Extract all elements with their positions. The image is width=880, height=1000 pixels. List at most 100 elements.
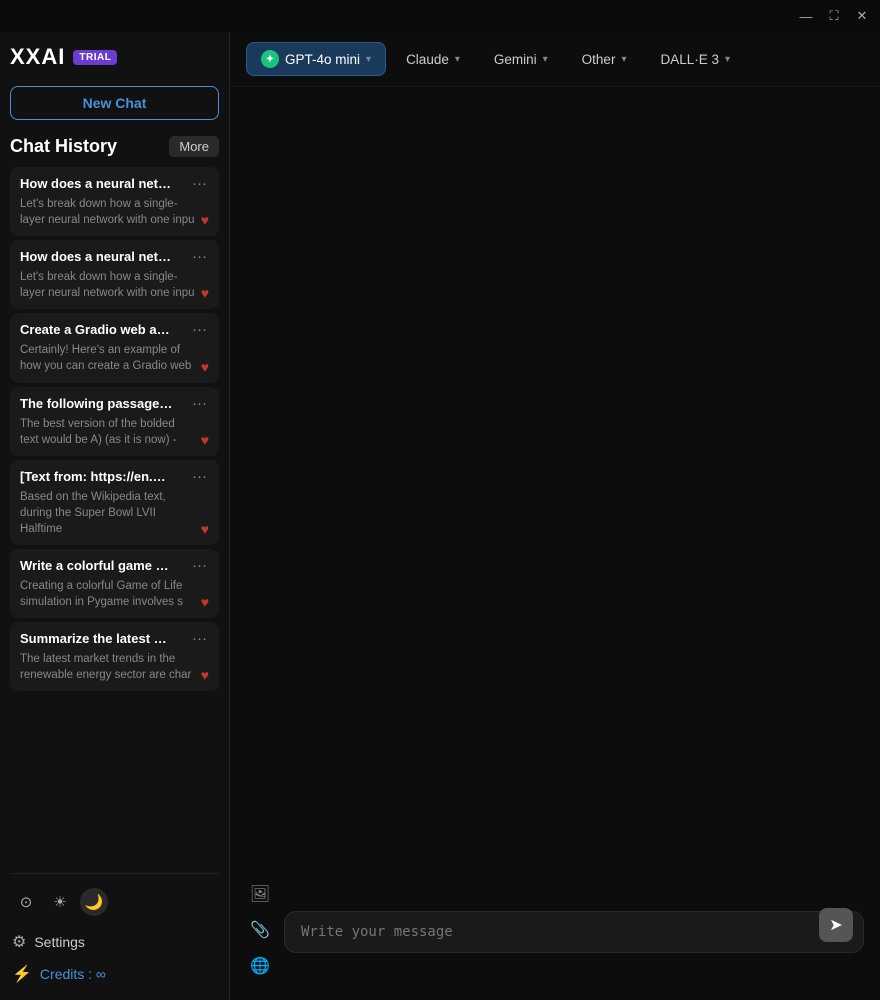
chat-list-item[interactable]: How does a neural netw... ··· Let's brea… [10,167,219,236]
model-label: GPT-4o mini [285,52,360,67]
sidebar: XXAI TRIAL New Chat Chat History More Ho… [0,32,230,1000]
chat-item-menu-button[interactable]: ··· [190,321,209,338]
chat-list-item[interactable]: Write a colorful game of... ··· Creating… [10,549,219,618]
chat-item-body: Based on the Wikipedia text, during the … [20,489,209,537]
input-area: 🖼 📎 🌐 ➤ [230,870,880,1000]
chat-item-title: How does a neural netw... [20,176,175,191]
theme-toggles: ⊙ ☀ 🌙 [10,884,219,920]
logo-row: XXAI TRIAL [10,42,219,72]
chat-area [230,87,880,870]
chat-list-item[interactable]: The following passage is... ··· The best… [10,387,219,456]
chat-item-preview: The best version of the bolded text woul… [20,416,201,448]
chat-item-preview: Certainly! Here's an example of how you … [20,342,201,374]
credits-label: Credits : ∞ [40,966,106,982]
settings-row[interactable]: ⚙ Settings [10,926,219,958]
app-container: XXAI TRIAL New Chat Chat History More Ho… [0,32,880,1000]
chat-item-body: The best version of the bolded text woul… [20,416,209,448]
chat-item-preview: The latest market trends in the renewabl… [20,651,201,683]
attachment-tool-icon[interactable]: 📎 [246,916,274,944]
chat-item-body: Let's break down how a single-layer neur… [20,269,209,301]
chat-item-preview: Based on the Wikipedia text, during the … [20,489,201,537]
chat-item-title: [Text from: https://en.wi... [20,469,175,484]
gpt-icon: ✦ [261,50,279,68]
credits-row[interactable]: ⚡ Credits : ∞ [10,958,219,990]
light-theme-icon[interactable]: ☀ [46,888,74,916]
chat-item-preview: Let's break down how a single-layer neur… [20,196,201,228]
chat-item-header: [Text from: https://en.wi... ··· [20,468,209,485]
new-chat-button[interactable]: New Chat [10,86,219,120]
chat-item-title: Create a Gradio web ap... [20,322,175,337]
maximize-button[interactable]: ⛶ [824,6,844,26]
model-button-gemini[interactable]: Gemini ▾ [480,45,562,74]
chat-item-menu-button[interactable]: ··· [190,175,209,192]
chat-list-item[interactable]: Create a Gradio web ap... ··· Certainly!… [10,313,219,382]
chat-item-title: Summarize the latest m... [20,631,175,646]
chat-item-header: The following passage is... ··· [20,395,209,412]
custom-theme-icon[interactable]: ⊙ [12,888,40,916]
model-button-dalle3[interactable]: DALL·E 3 ▾ [646,45,744,74]
chat-item-heart-icon[interactable]: ♥ [201,594,209,610]
chat-item-menu-button[interactable]: ··· [190,248,209,265]
main-content: ✦GPT-4o mini▾Claude▾Gemini▾Other▾DALL·E … [230,32,880,1000]
message-input[interactable] [301,924,813,940]
chat-item-header: How does a neural netw... ··· [20,175,209,192]
close-button[interactable]: ✕ [852,6,872,26]
chevron-down-icon: ▾ [455,54,460,65]
send-button[interactable]: ➤ [819,908,853,942]
chat-list: How does a neural netw... ··· Let's brea… [10,167,219,865]
chat-item-heart-icon[interactable]: ♥ [201,432,209,448]
message-input-wrapper: ➤ [284,911,864,953]
chat-item-preview: Creating a colorful Game of Life simulat… [20,578,201,610]
chat-item-heart-icon[interactable]: ♥ [201,212,209,228]
chat-item-heart-icon[interactable]: ♥ [201,521,209,537]
chat-item-menu-button[interactable]: ··· [190,630,209,647]
app-logo: XXAI [10,44,65,70]
dark-theme-icon[interactable]: 🌙 [80,888,108,916]
chat-history-title: Chat History [10,136,117,157]
chevron-down-icon: ▾ [621,54,626,65]
chat-item-preview: Let's break down how a single-layer neur… [20,269,201,301]
chat-item-header: Summarize the latest m... ··· [20,630,209,647]
trial-badge: TRIAL [73,50,117,65]
model-label: DALL·E 3 [660,52,719,67]
settings-label: Settings [34,934,85,950]
chat-item-menu-button[interactable]: ··· [190,557,209,574]
minimize-button[interactable]: — [796,6,816,26]
chat-item-body: Creating a colorful Game of Life simulat… [20,578,209,610]
image-tool-icon[interactable]: 🖼 [246,880,274,908]
chat-item-title: How does a neural netw... [20,249,175,264]
input-tools: 🖼 📎 🌐 [246,880,274,984]
chat-item-menu-button[interactable]: ··· [190,395,209,412]
model-label: Other [582,52,616,67]
model-bar: ✦GPT-4o mini▾Claude▾Gemini▾Other▾DALL·E … [230,32,880,87]
chevron-down-icon: ▾ [366,54,371,65]
chat-item-header: Write a colorful game of... ··· [20,557,209,574]
chat-list-item[interactable]: Summarize the latest m... ··· The latest… [10,622,219,691]
chat-item-header: Create a Gradio web ap... ··· [20,321,209,338]
chat-item-heart-icon[interactable]: ♥ [201,667,209,683]
titlebar: — ⛶ ✕ [0,0,880,32]
chat-list-item[interactable]: [Text from: https://en.wi... ··· Based o… [10,460,219,545]
chat-item-body: Certainly! Here's an example of how you … [20,342,209,374]
credits-icon: ⚡ [12,964,32,984]
chevron-down-icon: ▾ [543,54,548,65]
model-label: Gemini [494,52,537,67]
chat-list-item[interactable]: How does a neural netw... ··· Let's brea… [10,240,219,309]
chat-item-heart-icon[interactable]: ♥ [201,359,209,375]
model-button-other[interactable]: Other ▾ [568,45,641,74]
chat-item-header: How does a neural netw... ··· [20,248,209,265]
chevron-down-icon: ▾ [725,54,730,65]
settings-icon: ⚙ [12,932,26,952]
sidebar-bottom: ⊙ ☀ 🌙 ⚙ Settings ⚡ Credits : ∞ [10,873,219,1000]
globe-tool-icon[interactable]: 🌐 [246,952,274,980]
model-button-gpt4o-mini[interactable]: ✦ GPT-4o mini ▾ [246,42,386,76]
chat-item-body: Let's break down how a single-layer neur… [20,196,209,228]
chat-item-menu-button[interactable]: ··· [190,468,209,485]
more-button[interactable]: More [169,136,219,157]
chat-item-title: Write a colorful game of... [20,558,175,573]
model-label: Claude [406,52,449,67]
chat-history-header: Chat History More [10,136,219,157]
chat-item-heart-icon[interactable]: ♥ [201,285,209,301]
model-button-claude[interactable]: Claude ▾ [392,45,474,74]
chat-item-body: The latest market trends in the renewabl… [20,651,209,683]
